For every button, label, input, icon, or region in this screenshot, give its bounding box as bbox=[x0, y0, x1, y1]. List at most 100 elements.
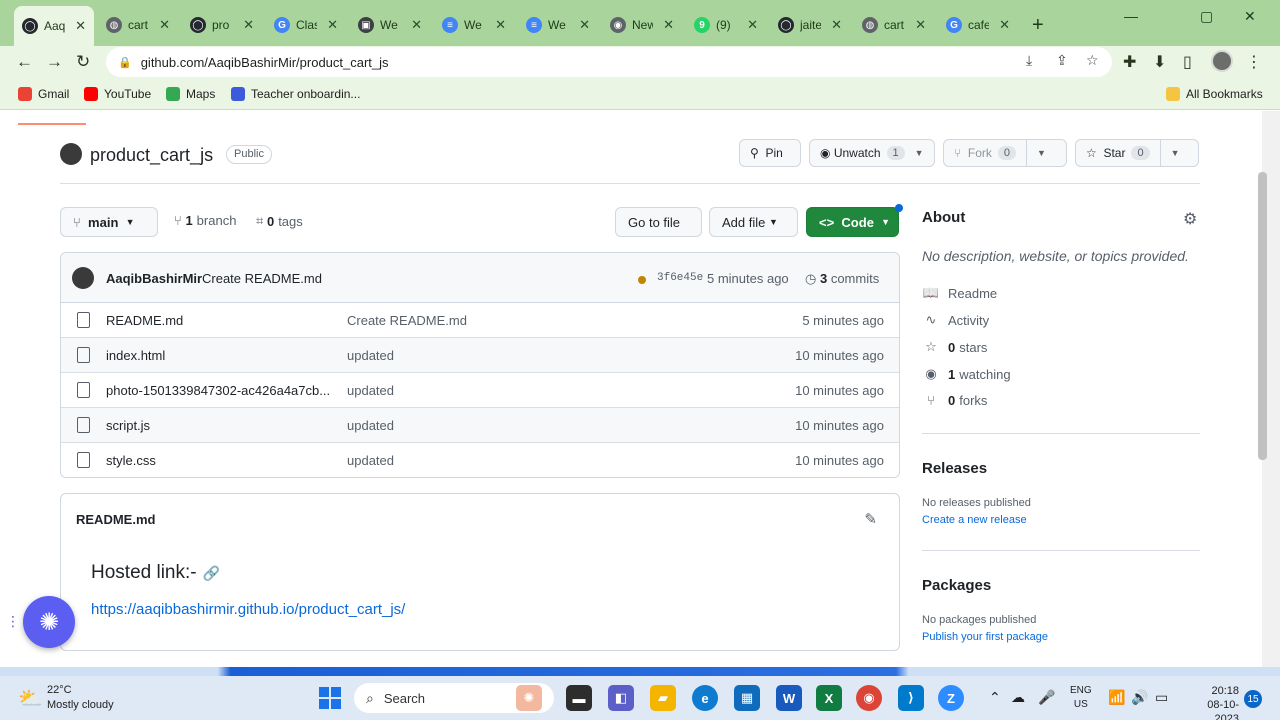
commit-sha[interactable]: 3f6e45e bbox=[657, 272, 703, 284]
browser-tab[interactable]: 9 (9) ✕ bbox=[686, 8, 766, 42]
close-tab-icon[interactable]: ✕ bbox=[243, 17, 254, 33]
commit-author[interactable]: AaqibBashirMir bbox=[106, 271, 202, 286]
commit-status-dot[interactable] bbox=[638, 276, 646, 284]
search-highlight-icon[interactable]: ✺ bbox=[516, 685, 542, 711]
file-row[interactable]: script.js updated 10 minutes ago bbox=[61, 408, 899, 443]
vscode-icon[interactable]: ⟩ bbox=[898, 685, 924, 711]
about-watching-link[interactable]: ◉ 1 watching bbox=[922, 366, 1010, 382]
file-commit-message[interactable]: updated bbox=[347, 418, 394, 433]
battery-icon[interactable]: ▭ bbox=[1155, 689, 1168, 706]
browser-tab[interactable]: ▣ We ✕ bbox=[350, 8, 430, 42]
go-to-file-button[interactable]: Go to file bbox=[615, 207, 702, 237]
file-row[interactable]: style.css updated 10 minutes ago bbox=[61, 443, 899, 477]
browser-tab[interactable]: ≡ We ✕ bbox=[518, 8, 598, 42]
side-panel-icon[interactable]: ▯ bbox=[1183, 52, 1192, 72]
packages-title[interactable]: Packages bbox=[922, 577, 991, 594]
bookmark-item[interactable]: Maps bbox=[166, 87, 215, 101]
close-tab-icon[interactable]: ✕ bbox=[411, 17, 422, 33]
pin-button[interactable]: ⚲ Pin bbox=[739, 139, 801, 167]
file-name[interactable]: script.js bbox=[106, 418, 334, 433]
owner-avatar[interactable] bbox=[60, 143, 82, 165]
notification-badge[interactable]: 15 bbox=[1244, 690, 1262, 708]
share-icon[interactable]: ⇪ bbox=[1056, 52, 1068, 69]
downloads-icon[interactable]: ⬇ bbox=[1153, 52, 1166, 72]
hosted-link[interactable]: https://aaqibbashirmir.github.io/product… bbox=[91, 601, 405, 618]
about-readme-link[interactable]: 📖 Readme bbox=[922, 285, 997, 301]
file-commit-message[interactable]: updated bbox=[347, 383, 394, 398]
pencil-icon[interactable]: ✎ bbox=[864, 510, 877, 528]
bookmark-item[interactable]: Gmail bbox=[18, 87, 69, 101]
tags-link[interactable]: ⌗ 0 tags bbox=[256, 213, 303, 229]
close-tab-icon[interactable]: ✕ bbox=[831, 17, 842, 33]
about-forks-link[interactable]: ⑂ 0 forks bbox=[922, 393, 987, 408]
browser-tab[interactable]: ◍ cart ✕ bbox=[854, 8, 934, 42]
browser-menu-icon[interactable]: ⋮ bbox=[1246, 52, 1262, 72]
chevron-down-icon[interactable]: ▼ bbox=[1037, 148, 1046, 158]
about-stars-link[interactable]: ☆ 0 stars bbox=[922, 339, 987, 355]
file-commit-message[interactable]: Create README.md bbox=[347, 313, 467, 328]
close-tab-icon[interactable]: ✕ bbox=[915, 17, 926, 33]
weather-cloud-sun-icon[interactable]: ⛅ bbox=[18, 686, 43, 711]
readme-filename[interactable]: README.md bbox=[76, 512, 155, 527]
browser-tab[interactable]: ◯ pro ✕ bbox=[182, 8, 262, 42]
commit-author-avatar[interactable] bbox=[72, 267, 94, 289]
close-tab-icon[interactable]: ✕ bbox=[999, 17, 1010, 33]
browser-tab[interactable]: ≡ We ✕ bbox=[434, 8, 514, 42]
link-icon[interactable]: 🔗 bbox=[203, 565, 220, 581]
close-tab-icon[interactable]: ✕ bbox=[747, 17, 758, 33]
file-row[interactable]: README.md Create README.md 5 minutes ago bbox=[61, 303, 899, 338]
zoom-icon[interactable]: Z bbox=[938, 685, 964, 711]
install-app-icon[interactable]: ⤓ bbox=[1026, 52, 1032, 69]
task-view-icon[interactable]: ▬ bbox=[566, 685, 592, 711]
address-bar[interactable]: 🔒 github.com/AaqibBashirMir/product_cart… bbox=[106, 47, 1112, 77]
language-indicator[interactable]: ENG US bbox=[1070, 684, 1092, 712]
browser-tab[interactable]: ◯ jaite ✕ bbox=[770, 8, 850, 42]
browser-tab[interactable]: ◍ cart ✕ bbox=[98, 8, 178, 42]
weather-description[interactable]: Mostly cloudy bbox=[47, 699, 114, 711]
file-commit-message[interactable]: updated bbox=[347, 348, 394, 363]
all-bookmarks-button[interactable]: All Bookmarks bbox=[1166, 87, 1263, 101]
about-activity-link[interactable]: ∿ Activity bbox=[922, 312, 990, 328]
unwatch-button[interactable]: ◉ Unwatch 1 ▼ bbox=[809, 139, 935, 167]
close-tab-icon[interactable]: ✕ bbox=[579, 17, 590, 33]
browser-tab[interactable]: ◯ Aaq ✕ bbox=[14, 6, 94, 46]
code-button[interactable]: <> Code ▼ bbox=[806, 207, 899, 237]
excel-icon[interactable]: X bbox=[816, 685, 842, 711]
file-name[interactable]: index.html bbox=[106, 348, 334, 363]
file-row[interactable]: index.html updated 10 minutes ago bbox=[61, 338, 899, 373]
bookmark-item[interactable]: Teacher onboardin... bbox=[231, 87, 360, 101]
back-icon[interactable]: ← bbox=[16, 52, 33, 72]
wifi-icon[interactable]: 📶 bbox=[1108, 689, 1125, 706]
close-tab-icon[interactable]: ✕ bbox=[327, 17, 338, 33]
releases-title[interactable]: Releases bbox=[922, 460, 987, 477]
create-release-link[interactable]: Create a new release bbox=[922, 514, 1027, 526]
commit-message[interactable]: Create README.md bbox=[202, 271, 322, 286]
chrome-icon[interactable]: ◉ bbox=[856, 685, 882, 711]
browser-tab[interactable]: ◉ New ✕ bbox=[602, 8, 682, 42]
close-tab-icon[interactable]: ✕ bbox=[663, 17, 674, 33]
branch-select-button[interactable]: ⑂ main ▼ bbox=[60, 207, 158, 237]
chevron-down-icon[interactable]: ▼ bbox=[1171, 148, 1180, 158]
bookmark-star-icon[interactable]: ☆ bbox=[1086, 52, 1099, 69]
star-button[interactable]: ☆ Star 0 ▼ bbox=[1075, 139, 1199, 167]
file-commit-message[interactable]: updated bbox=[347, 453, 394, 468]
bookmark-item[interactable]: YouTube bbox=[84, 87, 151, 101]
page-scrollbar-thumb[interactable] bbox=[1258, 172, 1267, 460]
commits-link[interactable]: ◷ 3 commits bbox=[805, 271, 879, 287]
cloud-icon[interactable]: ☁ bbox=[1011, 689, 1025, 706]
close-tab-icon[interactable]: ✕ bbox=[159, 17, 170, 33]
system-clock[interactable]: 20:18 08-10-2023 bbox=[1183, 684, 1239, 720]
new-tab-button[interactable]: + bbox=[1032, 14, 1044, 37]
microphone-icon[interactable]: 🎤 bbox=[1038, 689, 1055, 706]
file-name[interactable]: style.css bbox=[106, 453, 334, 468]
gear-icon[interactable]: ⚙ bbox=[1183, 209, 1197, 229]
file-explorer-icon[interactable]: ▰ bbox=[650, 685, 676, 711]
word-icon[interactable]: W bbox=[776, 685, 802, 711]
branches-link[interactable]: ⑂ 1 branch bbox=[174, 213, 236, 228]
close-tab-icon[interactable]: ✕ bbox=[75, 18, 86, 34]
floating-assistant-button[interactable]: ✺ bbox=[23, 596, 75, 648]
minimize-icon[interactable]: — bbox=[1124, 8, 1138, 24]
close-tab-icon[interactable]: ✕ bbox=[495, 17, 506, 33]
file-name[interactable]: photo-1501339847302-ac426a4a7cb... bbox=[106, 383, 334, 398]
fork-button[interactable]: ⑂ Fork 0 ▼ bbox=[943, 139, 1067, 167]
